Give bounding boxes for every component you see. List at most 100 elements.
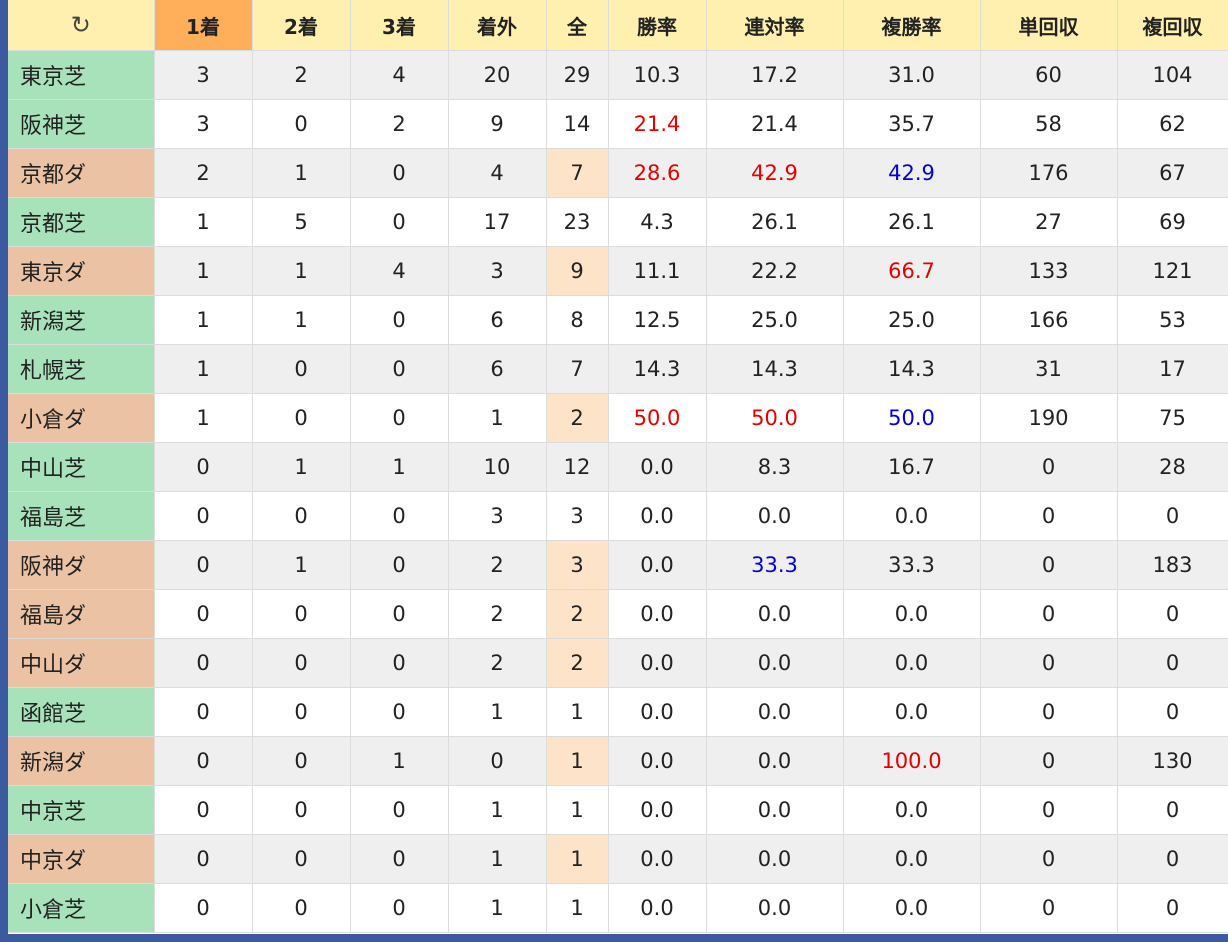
cell-1st: 0 <box>154 638 253 688</box>
cell-place-return: 130 <box>1117 736 1228 786</box>
venue-stats-panel: ↻ 1着 2着 3着 着外 全 勝率 連対率 複勝率 単回収 複回収 東京芝 3 2… <box>8 0 1228 934</box>
cell-win-rate: 12.5 <box>608 295 707 345</box>
cell-place-return: 17 <box>1117 344 1228 394</box>
venue-cell: 阪神芝 <box>8 99 155 149</box>
cell-unplaced: 0 <box>448 736 547 786</box>
venue-cell: 新潟芝 <box>8 295 155 345</box>
cell-quinella-rate: 0.0 <box>706 834 844 884</box>
cell-2nd: 1 <box>252 295 351 345</box>
cell-2nd: 0 <box>252 736 351 786</box>
cell-3rd: 0 <box>350 638 449 688</box>
cell-place-return: 62 <box>1117 99 1228 149</box>
cell-place-return: 0 <box>1117 883 1228 933</box>
cell-total: 29 <box>546 50 609 100</box>
table-row: 札幌芝 1 0 0 6 7 14.3 14.3 14.3 31 17 <box>8 344 1228 394</box>
column-header-quinella-rate[interactable]: 連対率 <box>706 0 844 51</box>
venue-cell: 中京芝 <box>8 785 155 835</box>
column-header-1st[interactable]: 1着 <box>154 0 253 51</box>
table-row: 阪神ダ 0 1 0 2 3 0.0 33.3 33.3 0 183 <box>8 540 1228 590</box>
venue-cell: 函館芝 <box>8 687 155 737</box>
cell-unplaced: 3 <box>448 491 547 541</box>
cell-win-rate: 0.0 <box>608 589 707 639</box>
venue-cell: 小倉ダ <box>8 393 155 443</box>
table-row: 新潟ダ 0 0 1 0 1 0.0 0.0 100.0 0 130 <box>8 736 1228 786</box>
cell-win-return: 31 <box>980 344 1118 394</box>
cell-win-rate: 0.0 <box>608 834 707 884</box>
table-body: 東京芝 3 2 4 20 29 10.3 17.2 31.0 60 104 阪神芝 3 0 2 9 14 21.4… <box>8 50 1228 933</box>
cell-win-rate: 21.4 <box>608 99 707 149</box>
column-header-2nd[interactable]: 2着 <box>252 0 351 51</box>
column-header-win-rate[interactable]: 勝率 <box>608 0 707 51</box>
cell-win-return: 27 <box>980 197 1118 247</box>
cell-win-rate: 0.0 <box>608 638 707 688</box>
table-row: 中山芝 0 1 1 10 12 0.0 8.3 16.7 0 28 <box>8 442 1228 492</box>
column-header-win-return[interactable]: 単回収 <box>980 0 1118 51</box>
table-row: 中京芝 0 0 0 1 1 0.0 0.0 0.0 0 0 <box>8 785 1228 835</box>
cell-3rd: 4 <box>350 246 449 296</box>
table-row: 函館芝 0 0 0 1 1 0.0 0.0 0.0 0 0 <box>8 687 1228 737</box>
cell-total: 1 <box>546 883 609 933</box>
venue-cell: 福島芝 <box>8 491 155 541</box>
column-header-3rd[interactable]: 3着 <box>350 0 449 51</box>
cell-total: 9 <box>546 246 609 296</box>
cell-win-rate: 14.3 <box>608 344 707 394</box>
column-header-total[interactable]: 全 <box>546 0 609 51</box>
venue-cell: 福島ダ <box>8 589 155 639</box>
venue-cell: 阪神ダ <box>8 540 155 590</box>
cell-win-return: 0 <box>980 883 1118 933</box>
cell-place-rate: 0.0 <box>843 589 981 639</box>
table-row: 東京ダ 1 1 4 3 9 11.1 22.2 66.7 133 121 <box>8 246 1228 296</box>
cell-win-return: 0 <box>980 442 1118 492</box>
cell-total: 1 <box>546 736 609 786</box>
venue-cell: 新潟ダ <box>8 736 155 786</box>
cell-win-rate: 0.0 <box>608 491 707 541</box>
cell-place-return: 0 <box>1117 491 1228 541</box>
cell-win-rate: 0.0 <box>608 687 707 737</box>
table-row: 東京芝 3 2 4 20 29 10.3 17.2 31.0 60 104 <box>8 50 1228 100</box>
table-row: 福島ダ 0 0 0 2 2 0.0 0.0 0.0 0 0 <box>8 589 1228 639</box>
cell-win-rate: 0.0 <box>608 785 707 835</box>
cell-unplaced: 6 <box>448 295 547 345</box>
cell-2nd: 1 <box>252 540 351 590</box>
cell-3rd: 0 <box>350 834 449 884</box>
cell-total: 2 <box>546 638 609 688</box>
cell-win-return: 0 <box>980 736 1118 786</box>
cell-win-return: 58 <box>980 99 1118 149</box>
cell-win-return: 190 <box>980 393 1118 443</box>
cell-win-rate: 0.0 <box>608 540 707 590</box>
cell-place-rate: 0.0 <box>843 834 981 884</box>
venue-cell: 中京ダ <box>8 834 155 884</box>
cell-total: 7 <box>546 344 609 394</box>
cell-unplaced: 2 <box>448 540 547 590</box>
cell-place-rate: 16.7 <box>843 442 981 492</box>
cell-place-return: 28 <box>1117 442 1228 492</box>
cell-win-rate: 28.6 <box>608 148 707 198</box>
cell-place-rate: 0.0 <box>843 785 981 835</box>
cell-unplaced: 6 <box>448 344 547 394</box>
cell-1st: 0 <box>154 589 253 639</box>
cell-win-rate: 11.1 <box>608 246 707 296</box>
cell-place-return: 121 <box>1117 246 1228 296</box>
header-row: ↻ 1着 2着 3着 着外 全 勝率 連対率 複勝率 単回収 複回収 <box>8 0 1228 51</box>
cell-3rd: 0 <box>350 197 449 247</box>
cell-unplaced: 10 <box>448 442 547 492</box>
cell-place-return: 0 <box>1117 785 1228 835</box>
cell-place-return: 0 <box>1117 687 1228 737</box>
cell-1st: 0 <box>154 785 253 835</box>
cell-win-rate: 0.0 <box>608 883 707 933</box>
cell-win-return: 0 <box>980 785 1118 835</box>
cell-2nd: 1 <box>252 442 351 492</box>
column-header-unplaced[interactable]: 着外 <box>448 0 547 51</box>
cell-place-rate: 66.7 <box>843 246 981 296</box>
cell-win-return: 0 <box>980 491 1118 541</box>
cell-win-return: 176 <box>980 148 1118 198</box>
cell-win-rate: 0.0 <box>608 736 707 786</box>
column-header-place-return[interactable]: 複回収 <box>1117 0 1228 51</box>
reload-icon[interactable]: ↻ <box>8 0 155 51</box>
cell-2nd: 0 <box>252 393 351 443</box>
cell-win-return: 0 <box>980 589 1118 639</box>
cell-place-rate: 0.0 <box>843 491 981 541</box>
cell-2nd: 2 <box>252 50 351 100</box>
cell-3rd: 0 <box>350 785 449 835</box>
column-header-place-rate[interactable]: 複勝率 <box>843 0 981 51</box>
